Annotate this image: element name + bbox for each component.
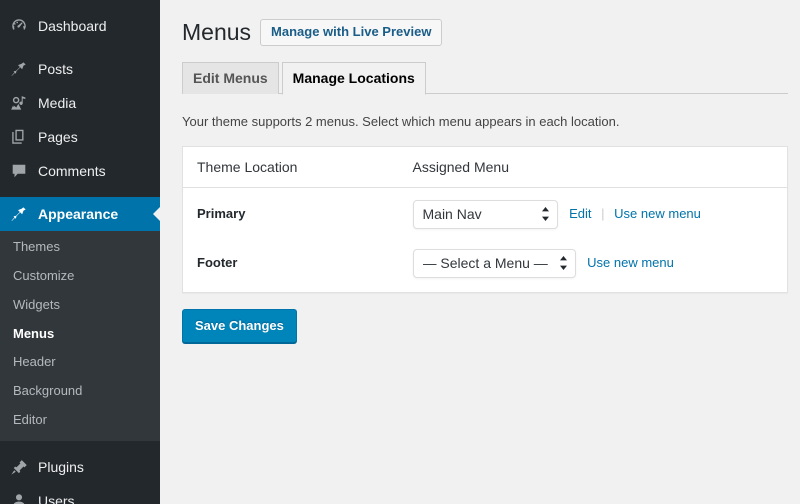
sidebar-item-label: Users (38, 492, 75, 504)
sidebar-item-label: Comments (38, 163, 106, 179)
save-changes-button[interactable]: Save Changes (182, 308, 297, 343)
admin-screen: Dashboard Posts Media Pages Comments App… (0, 0, 800, 504)
pages-icon (9, 127, 29, 147)
assigned-menu-cell-footer: — Select a Menu — Use new menu (399, 239, 788, 293)
users-icon (9, 491, 29, 504)
tab-edit-menus[interactable]: Edit Menus (182, 62, 279, 94)
locations-description: Your theme supports 2 menus. Select whic… (182, 114, 620, 129)
sidebar-subitem-themes[interactable]: Themes (0, 233, 160, 262)
dashboard-icon (9, 16, 29, 36)
assigned-menu-select-wrapper-primary: Main Nav (412, 199, 558, 229)
sidebar-subitem-menus[interactable]: Menus (0, 320, 160, 349)
comments-icon (9, 161, 29, 181)
current-menu-arrow-icon (153, 206, 160, 222)
sidebar-item-media[interactable]: Media (0, 86, 160, 120)
menu-locations-table: Theme Location Assigned Menu Primary Mai… (182, 145, 788, 293)
table-row: Footer — Select a Menu — Use new menu (183, 239, 788, 293)
sidebar-item-label: Appearance (38, 206, 119, 222)
plugins-plug-icon (9, 457, 29, 477)
row-links-primary: Edit | Use new menu (569, 205, 701, 223)
sidebar-item-label: Media (38, 95, 77, 111)
sidebar-subitem-header[interactable]: Header (0, 348, 160, 377)
pin-icon (9, 59, 29, 79)
manage-with-live-preview-button[interactable]: Manage with Live Preview (260, 18, 443, 47)
sidebar-gap-1 (0, 43, 160, 52)
table-header-row: Theme Location Assigned Menu (182, 146, 788, 188)
row-links-footer: Use new menu (587, 254, 674, 272)
assigned-menu-select-footer[interactable]: — Select a Menu — (412, 248, 576, 278)
sidebar-item-label: Plugins (38, 458, 84, 475)
assigned-menu-select-wrapper-footer: — Select a Menu — (412, 248, 576, 278)
sidebar-item-users[interactable]: Users (0, 484, 160, 504)
table-body: Primary Main Nav Edit | Use new menu Foo… (183, 187, 788, 292)
sidebar-item-label: Pages (38, 129, 78, 145)
tab-manage-locations[interactable]: Manage Locations (281, 62, 426, 95)
tab-bar: Edit Menus Manage Locations (182, 61, 788, 95)
sidebar-top-spacer (0, 0, 160, 9)
column-header-assigned-menu: Assigned Menu (398, 146, 788, 188)
edit-menu-link-primary[interactable]: Edit (569, 206, 591, 221)
sidebar-item-comments[interactable]: Comments (0, 154, 160, 188)
location-name-footer: Footer (197, 255, 238, 271)
admin-sidebar: Dashboard Posts Media Pages Comments App… (0, 0, 160, 504)
use-new-menu-link-primary[interactable]: Use new menu (614, 206, 701, 221)
sidebar-subitem-widgets[interactable]: Widgets (0, 291, 160, 320)
link-separator: | (601, 206, 605, 222)
use-new-menu-link-footer[interactable]: Use new menu (587, 255, 674, 270)
sidebar-item-pages[interactable]: Pages (0, 120, 160, 154)
sidebar-gap-3 (0, 441, 160, 450)
main-content: Menus Manage with Live Preview Edit Menu… (160, 0, 800, 504)
assigned-menu-select-primary[interactable]: Main Nav (412, 199, 558, 229)
sidebar-item-plugins[interactable]: Plugins (0, 450, 160, 484)
page-title: Menus (182, 19, 252, 45)
column-header-theme-location: Theme Location (182, 146, 399, 188)
sidebar-item-label: Dashboard (38, 18, 107, 34)
location-name-primary: Primary (197, 206, 246, 222)
sidebar-item-dashboard[interactable]: Dashboard (0, 9, 160, 43)
table-row: Primary Main Nav Edit | Use new menu (183, 187, 788, 239)
media-icon (9, 93, 29, 113)
page-header: Menus Manage with Live Preview (182, 10, 788, 47)
appearance-brush-icon (9, 204, 29, 224)
assigned-menu-cell-primary: Main Nav Edit | Use new menu (399, 187, 788, 239)
sidebar-item-label: Posts (38, 61, 74, 77)
sidebar-subitem-background[interactable]: Background (0, 377, 160, 406)
sidebar-gap-2 (0, 188, 160, 197)
sidebar-item-appearance[interactable]: Appearance (0, 197, 160, 231)
sidebar-subitem-customize[interactable]: Customize (0, 262, 160, 291)
sidebar-subitem-editor[interactable]: Editor (0, 406, 160, 435)
sidebar-item-posts[interactable]: Posts (0, 52, 160, 86)
table-head: Theme Location Assigned Menu (182, 146, 788, 188)
appearance-submenu: Themes Customize Widgets Menus Header Ba… (0, 231, 160, 441)
